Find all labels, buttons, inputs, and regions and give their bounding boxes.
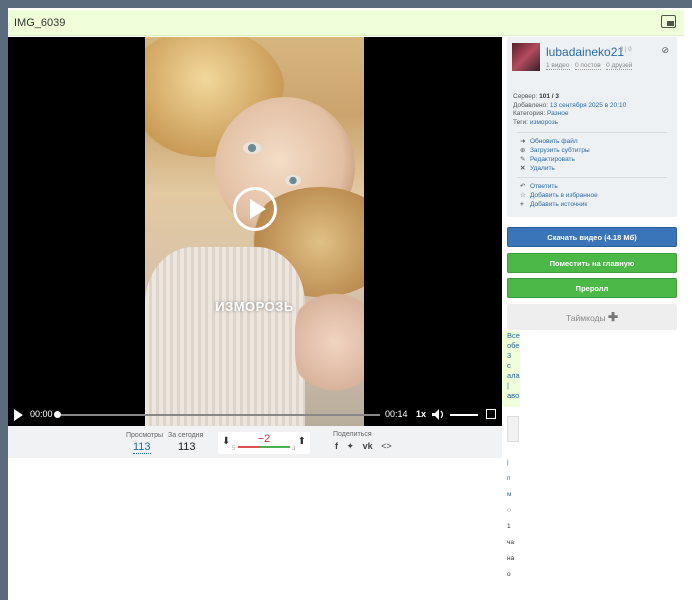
play-icon[interactable] bbox=[14, 409, 23, 421]
timecodes-label: Таймкоды bbox=[566, 313, 606, 323]
plus-icon: ✚ bbox=[607, 310, 618, 324]
volume-icon[interactable] bbox=[432, 409, 444, 420]
preroll-button[interactable]: Преролл bbox=[507, 278, 677, 298]
total-time: 00:14 bbox=[385, 409, 408, 419]
rating-negative-count: 5 bbox=[232, 446, 236, 452]
user-posts-link[interactable]: 0 постов bbox=[574, 62, 601, 70]
star-icon: ☆ bbox=[520, 192, 526, 199]
reply-action[interactable]: ↶ Ответить bbox=[520, 182, 598, 191]
ban-icon[interactable]: ⊘ bbox=[661, 45, 669, 56]
file-actions: ➜ Обновить файл ⊕ Загрузить субтитры ✎ Реда… bbox=[520, 137, 590, 173]
plus-icon: + bbox=[520, 201, 524, 208]
place-main-button[interactable]: Поместить на главную bbox=[507, 253, 677, 273]
update-file-action[interactable]: ➜ Обновить файл bbox=[520, 137, 590, 146]
vk-icon[interactable]: vk bbox=[363, 441, 373, 451]
vote-up-button[interactable]: ⬆ bbox=[298, 436, 306, 447]
user-karma: 0 | 0 bbox=[620, 47, 632, 53]
speed-button[interactable]: 1x bbox=[416, 409, 426, 419]
delete-action[interactable]: ✕ Удалить bbox=[520, 164, 590, 173]
add-source-action[interactable]: + Добавить источник bbox=[520, 200, 598, 209]
video-meta: Сервер: 101 / 3 Добавлено: 13 сентября 2… bbox=[513, 93, 627, 126]
added-date: 13 сентября 2025 в 20:10 bbox=[549, 101, 627, 109]
divider bbox=[517, 132, 667, 133]
picture-in-picture-icon[interactable] bbox=[661, 15, 676, 28]
category-link[interactable]: Разное bbox=[547, 110, 568, 117]
video-title-bar: IMG_6039 bbox=[8, 10, 684, 36]
user-counts: 1 видео 0 постов 0 друзей bbox=[546, 62, 633, 70]
seek-bar[interactable] bbox=[54, 411, 380, 418]
edit-action[interactable]: ✎ Редактировать bbox=[520, 155, 590, 164]
reply-icon: ↶ bbox=[520, 183, 526, 190]
rating-bar-positive bbox=[260, 446, 290, 448]
twitter-icon[interactable]: ✦ bbox=[347, 441, 355, 451]
big-play-button[interactable] bbox=[233, 187, 277, 231]
video-player[interactable]: ИЗМОРОЗЬ 00:00 00:14 1x bbox=[8, 37, 502, 426]
timecodes-button[interactable]: Таймкоды ✚ bbox=[507, 304, 677, 330]
video-frame: ИЗМОРОЗЬ bbox=[145, 37, 364, 426]
user-friends-link[interactable]: 0 друзей bbox=[606, 62, 633, 70]
share-icons: f ✦ vk <> bbox=[335, 441, 398, 452]
rating-score: −2 bbox=[257, 433, 271, 445]
download-button[interactable]: Скачать видео (4.18 Мб) bbox=[507, 227, 677, 247]
avatar[interactable] bbox=[512, 43, 540, 71]
close-icon: ✕ bbox=[520, 165, 526, 172]
video-title: IMG_6039 bbox=[14, 17, 66, 29]
favorite-action[interactable]: ☆ Добавить в избранное bbox=[520, 191, 598, 200]
rating-positive-count: 3 bbox=[292, 446, 296, 452]
stats-bar: Просмотры 113 За сегодня 113 ⬇ −2 5 3 ⬆ … bbox=[8, 426, 502, 458]
seek-handle[interactable] bbox=[54, 411, 61, 418]
views-value[interactable]: 113 bbox=[133, 441, 151, 454]
divider bbox=[517, 177, 667, 178]
embed-icon[interactable]: <> bbox=[381, 441, 392, 451]
social-actions: ↶ Ответить ☆ Добавить в избранное + Добавит… bbox=[520, 182, 598, 209]
share-label: Поделиться bbox=[333, 431, 372, 438]
current-time: 00:00 bbox=[30, 409, 53, 419]
today-value: 113 bbox=[178, 441, 196, 453]
side-column: | п м ○ 1 ча на о bbox=[507, 459, 515, 578]
player-controls: 00:00 00:14 1x bbox=[8, 404, 502, 426]
fullscreen-icon[interactable] bbox=[486, 409, 496, 419]
uploader-panel: lubadaineko21 0 | 0 ⊘ 1 видео 0 постов 0… bbox=[507, 37, 677, 217]
side-note-box: Все обе 3 с ала | аво bbox=[502, 331, 520, 407]
pencil-icon: ✎ bbox=[520, 156, 526, 163]
tag-link[interactable]: изморозь bbox=[530, 119, 558, 126]
server-value: 101 / 3 bbox=[539, 93, 560, 100]
username-link[interactable]: lubadaineko21 bbox=[546, 45, 624, 59]
plus-circle-icon: ⊕ bbox=[520, 147, 526, 154]
facebook-icon[interactable]: f bbox=[335, 441, 338, 451]
side-input[interactable] bbox=[507, 416, 519, 442]
today-label: За сегодня bbox=[168, 432, 204, 439]
rating-widget: ⬇ −2 5 3 ⬆ bbox=[218, 432, 310, 454]
video-overlay-caption: ИЗМОРОЗЬ bbox=[215, 299, 294, 314]
views-label: Просмотры bbox=[126, 432, 163, 439]
arrow-right-icon: ➜ bbox=[520, 138, 526, 145]
upload-subtitles-action[interactable]: ⊕ Загрузить субтитры bbox=[520, 146, 590, 155]
volume-slider[interactable] bbox=[450, 414, 478, 416]
user-videos-link[interactable]: 1 видео bbox=[546, 62, 570, 70]
